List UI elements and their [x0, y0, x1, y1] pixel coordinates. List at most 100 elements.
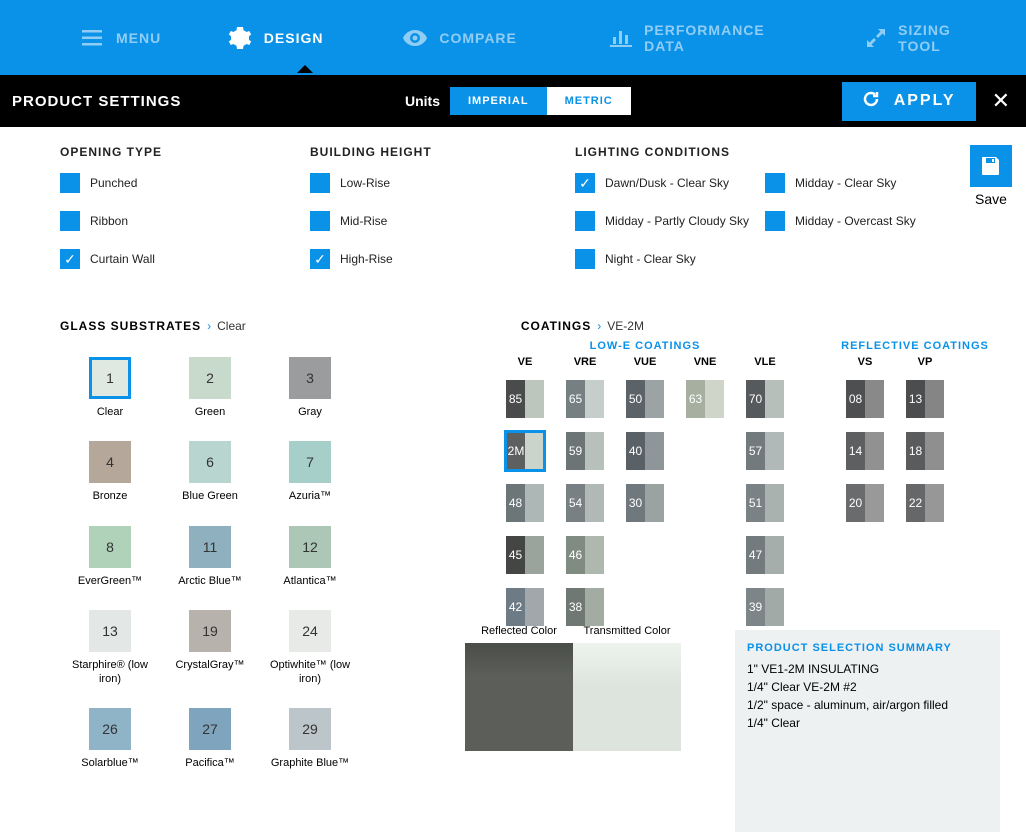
coating-swatch[interactable]: 18 [904, 430, 946, 472]
checkbox [765, 211, 785, 231]
lowe-title: LOW-E COATINGS [495, 340, 795, 352]
summary-line: 1/4" Clear [747, 714, 988, 732]
units-imperial[interactable]: IMPERIAL [450, 87, 547, 115]
checkbox [60, 211, 80, 231]
checkbox-item[interactable]: Midday - Overcast Sky [765, 211, 955, 231]
coating-swatch[interactable]: 40 [624, 430, 666, 472]
coating-swatch[interactable]: 48 [504, 482, 546, 524]
nav-compare[interactable]: COMPARE [403, 26, 517, 50]
substrate-swatch[interactable]: 3 [289, 357, 331, 399]
checkbox-label: Midday - Overcast Sky [795, 214, 916, 228]
substrate-swatch[interactable]: 8 [89, 526, 131, 568]
transmitted-swatch [573, 643, 681, 751]
nav-menu[interactable]: MENU [80, 26, 161, 50]
checkbox-item[interactable]: ✓Curtain Wall [60, 249, 270, 269]
coating-swatch[interactable]: 54 [564, 482, 606, 524]
save-button[interactable] [970, 145, 1012, 187]
nav-compare-label: COMPARE [439, 30, 517, 46]
substrate-swatch[interactable]: 11 [189, 526, 231, 568]
apply-label: APPLY [894, 92, 956, 110]
checkbox [765, 173, 785, 193]
apply-button[interactable]: APPLY [842, 82, 976, 121]
close-icon[interactable]: ✕ [992, 88, 1010, 114]
nav-design[interactable]: DESIGN [228, 26, 324, 50]
substrate-item: 13Starphire® (low iron) [60, 610, 160, 687]
substrate-name: Clear [60, 405, 160, 419]
substrate-swatch[interactable]: 12 [289, 526, 331, 568]
substrate-swatch[interactable]: 6 [189, 441, 231, 483]
checkbox-label: Night - Clear Sky [605, 252, 696, 266]
checkbox: ✓ [575, 173, 595, 193]
opening-type-col: OPENING TYPE PunchedRibbon✓Curtain Wall [60, 145, 270, 269]
coating-swatch[interactable]: 30 [624, 482, 666, 524]
coating-swatch[interactable]: 85 [504, 378, 546, 420]
substrate-swatch[interactable]: 19 [189, 610, 231, 652]
coatings-header: COATINGS › VE-2M [521, 319, 644, 333]
substrate-swatch[interactable]: 13 [89, 610, 131, 652]
checkbox-item[interactable]: Mid-Rise [310, 211, 535, 231]
substrate-item: 29Graphite Blue™ [260, 708, 360, 770]
transmitted-label: Transmitted Color [573, 625, 681, 637]
substrate-swatch[interactable]: 7 [289, 441, 331, 483]
substrate-swatch[interactable]: 29 [289, 708, 331, 750]
checkbox-label: Midday - Partly Cloudy Sky [605, 214, 749, 228]
col-vp: VP [895, 356, 955, 368]
menu-icon [80, 26, 104, 50]
coating-swatch[interactable]: 13 [904, 378, 946, 420]
units-metric[interactable]: METRIC [547, 87, 631, 115]
checkbox-item[interactable]: ✓High-Rise [310, 249, 535, 269]
coating-swatch[interactable]: 47 [744, 534, 786, 576]
checkbox-item[interactable]: Midday - Partly Cloudy Sky [575, 211, 765, 231]
coating-swatch[interactable]: 51 [744, 482, 786, 524]
substrate-name: EverGreen™ [60, 574, 160, 588]
checkbox [310, 173, 330, 193]
checkbox-item[interactable]: Midday - Clear Sky [765, 173, 955, 193]
substrate-name: Optiwhite™ (low iron) [260, 658, 360, 687]
coating-swatch[interactable]: 2M [504, 430, 546, 472]
coating-swatch[interactable]: 38 [564, 586, 606, 628]
substrate-swatch[interactable]: 26 [89, 708, 131, 750]
checkbox-item[interactable]: Low-Rise [310, 173, 535, 193]
coating-swatch[interactable]: 39 [744, 586, 786, 628]
substrate-swatch[interactable]: 4 [89, 441, 131, 483]
chevron-right-icon: › [597, 319, 601, 333]
coating-swatch[interactable]: 50 [624, 378, 666, 420]
checkbox-item[interactable]: ✓Dawn/Dusk - Clear Sky [575, 173, 765, 193]
coating-swatch[interactable]: 08 [844, 378, 886, 420]
checkbox-item[interactable]: Ribbon [60, 211, 270, 231]
checkbox [575, 249, 595, 269]
coatings-selected: VE-2M [607, 319, 644, 333]
substrate-item: 11 Arctic Blue™ [160, 526, 260, 588]
coating-swatch[interactable]: 45 [504, 534, 546, 576]
substrate-swatch[interactable]: 2 [189, 357, 231, 399]
coating-swatch[interactable]: 46 [564, 534, 606, 576]
coating-swatch[interactable]: 70 [744, 378, 786, 420]
refresh-icon [862, 90, 880, 113]
coating-swatch[interactable]: 20 [844, 482, 886, 524]
coating-swatch[interactable]: 22 [904, 482, 946, 524]
coating-swatch[interactable]: 65 [564, 378, 606, 420]
col-vue: VUE [615, 356, 675, 368]
coating-swatch[interactable]: 59 [564, 430, 606, 472]
active-nav-caret [297, 65, 313, 73]
checkbox-item[interactable]: Night - Clear Sky [575, 249, 765, 269]
substrate-name: Green [160, 405, 260, 419]
nav-performance-label: PERFORMANCE DATA [644, 22, 790, 54]
substrate-item: 27Pacifica™ [160, 708, 260, 770]
nav-sizing[interactable]: SIZING TOOL [865, 22, 986, 54]
substrate-name: Arctic Blue™ [160, 574, 260, 588]
checkbox-label: Punched [90, 176, 137, 190]
building-height-title: BUILDING HEIGHT [310, 145, 535, 159]
coating-swatch[interactable]: 42 [504, 586, 546, 628]
nav-performance[interactable]: PERFORMANCE DATA [610, 22, 790, 54]
save-label: Save [970, 191, 1012, 207]
substrate-swatch[interactable]: 27 [189, 708, 231, 750]
settings-row: OPENING TYPE PunchedRibbon✓Curtain Wall … [0, 127, 1026, 269]
coating-swatch[interactable]: 14 [844, 430, 886, 472]
checkbox-item[interactable]: Punched [60, 173, 270, 193]
coating-swatch[interactable]: 57 [744, 430, 786, 472]
substrate-swatch[interactable]: 24 [289, 610, 331, 652]
coating-swatch[interactable]: 63 [684, 378, 726, 420]
substrate-item: 3Gray [260, 357, 360, 419]
substrate-swatch[interactable]: 1 [89, 357, 131, 399]
